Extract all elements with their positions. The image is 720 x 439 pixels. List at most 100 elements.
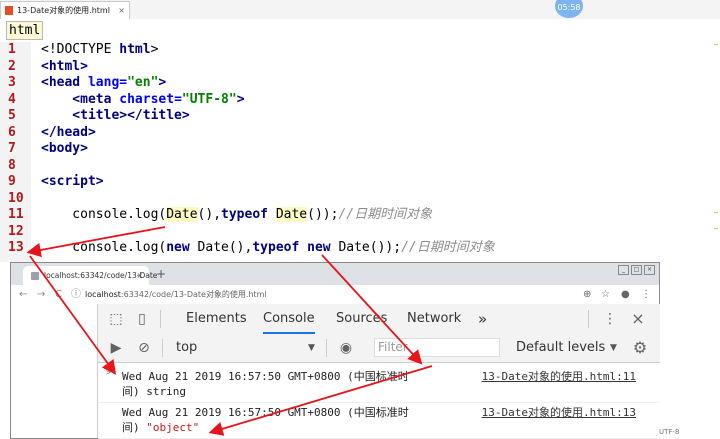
console-message: > Wed Aug 21 2019 16:57:50 GMT+0800 (中国标… <box>98 366 660 403</box>
browser-tab-strip: localhost:63342/code/13-Date × + _ □ × <box>11 263 659 285</box>
line-number: 11 <box>8 207 24 222</box>
more-tabs-icon[interactable]: » <box>478 304 487 334</box>
lang-value-token: "en" <box>127 75 159 90</box>
device-toolbar-icon[interactable]: ▯ <box>134 311 150 327</box>
console-toolbar: ▶ ⊘ top ▼ ◉ Filter Default levels ▼ ⚙ <box>98 334 660 363</box>
typeof-token: typeof <box>252 240 308 255</box>
console-message-text: Wed Aug 21 2019 16:57:50 GMT+0800 (中国标准时… <box>122 369 409 399</box>
browser-tab[interactable]: localhost:63342/code/13-Date × <box>23 266 157 285</box>
minimize-icon[interactable]: _ <box>618 265 629 275</box>
code-line-4: <meta charset="UTF-8"> <box>41 91 244 109</box>
devtools-panel: ⬚ ▯ Elements Console Sources Network » ⋮… <box>97 304 660 439</box>
line-number: 13 <box>8 240 24 255</box>
code-line-2: <html> <box>41 58 88 74</box>
code-line-9: <script> <box>41 174 104 189</box>
doctype-html-token: html <box>119 42 151 57</box>
line-number: 8 <box>8 157 16 173</box>
console-token: console. <box>41 240 135 255</box>
address-bar: ← → C ⓘ localhost:63342/code/13-Date对象的使… <box>11 285 659 305</box>
line-number: 5 <box>8 108 16 123</box>
code-line-1: <!DOCTYPE html> <box>41 42 158 59</box>
tab-console[interactable]: Console <box>263 304 315 334</box>
inspect-element-icon[interactable]: ⬚ <box>108 311 124 327</box>
tab-sources[interactable]: Sources <box>336 304 387 334</box>
head-tag-token: <head <box>41 75 88 90</box>
url-path: :63342/code/13-Date对象的使用.html <box>120 290 267 299</box>
devtools-toolbar: ⬚ ▯ Elements Console Sources Network » ⋮… <box>98 304 660 335</box>
tab-elements[interactable]: Elements <box>186 304 247 334</box>
scroll-markers <box>712 42 720 262</box>
url-host: localhost <box>85 290 121 299</box>
chevron-down-icon[interactable]: ▼ <box>610 334 617 362</box>
message-type-value: "object" <box>146 421 200 434</box>
line-number: 10 <box>8 190 24 206</box>
browser-menu-icon[interactable]: ⋮ <box>641 285 651 304</box>
code-line-6: </head> <box>41 124 96 140</box>
lang-attr-token: lang= <box>87 75 128 90</box>
doctype-close-token: > <box>150 42 159 57</box>
line-number-gutter: 1 2 3 4 5 6 7 8 9 10 11 12 13 <box>0 42 32 262</box>
log-marker-icon: > <box>106 368 111 377</box>
encoding-indicator[interactable]: UTF-8 <box>659 428 679 436</box>
message-line: Wed Aug 21 2019 16:57:50 GMT+0800 (中国标准时 <box>122 406 409 419</box>
editor-right-area <box>661 262 720 439</box>
window-controls: _ □ × <box>616 263 655 275</box>
sidebar-toggle-icon[interactable]: ▶ <box>108 340 124 356</box>
log-token: log( <box>134 240 167 255</box>
message-source-link[interactable]: 13-Date对象的使用.html:11 <box>482 369 636 384</box>
star-icon[interactable]: ☆ <box>601 285 610 304</box>
tab-network[interactable]: Network <box>407 304 461 334</box>
filter-input[interactable]: Filter <box>374 338 500 357</box>
date-call-token: Date <box>166 207 198 222</box>
line-number: 9 <box>8 174 16 189</box>
paren-token: ()); <box>307 207 339 222</box>
code-line-11: console.log(Date(),typeof Date());//日期时间… <box>41 207 432 224</box>
code-line-7: <body> <box>41 141 88 156</box>
context-selector[interactable]: top <box>176 334 197 362</box>
paren-token: (), <box>197 207 222 222</box>
back-icon[interactable]: ← <box>19 285 27 304</box>
message-source-link[interactable]: 13-Date对象的使用.html:13 <box>482 405 636 420</box>
date-call-token: Date(), <box>197 240 253 255</box>
maximize-icon[interactable]: □ <box>631 265 642 275</box>
close-icon[interactable]: × <box>137 266 143 285</box>
meta-tag-token: <meta <box>41 91 120 107</box>
timer-badge: 05:58 <box>555 0 583 18</box>
window-close-icon[interactable]: × <box>644 265 655 275</box>
forward-icon[interactable]: → <box>37 285 45 304</box>
line-number: 6 <box>8 124 16 140</box>
info-icon[interactable]: ⓘ <box>71 285 81 304</box>
close-icon[interactable]: × <box>118 2 125 19</box>
doctype-token: <!DOCTYPE <box>41 42 120 57</box>
account-icon[interactable]: ● <box>621 285 630 304</box>
new-tab-button[interactable]: + <box>156 266 166 283</box>
reload-icon[interactable]: C <box>55 285 62 304</box>
typeof-token: typeof <box>221 207 276 222</box>
code-editor[interactable]: <!DOCTYPE html> <html> <head lang="en"> … <box>31 42 720 262</box>
code-line-5: <title></title> <box>41 108 190 123</box>
devtools-menu-icon[interactable]: ⋮ <box>602 311 618 327</box>
editor-tab-file[interactable]: 13-Date对象的使用.html × <box>0 1 130 19</box>
url-text[interactable]: localhost:63342/code/13-Date对象的使用.html <box>85 285 267 304</box>
devtools-close-icon[interactable]: × <box>630 311 646 327</box>
new-token: new <box>307 240 339 255</box>
line-number: 4 <box>8 91 16 107</box>
breadcrumb-html[interactable]: html <box>6 21 44 40</box>
chevron-down-icon[interactable]: ▼ <box>308 334 315 362</box>
eye-icon[interactable]: ◉ <box>338 340 354 356</box>
line-number: 12 <box>8 223 24 239</box>
console-token: console. <box>41 207 135 222</box>
code-line-3: <head lang="en"> <box>41 75 166 92</box>
message-line: 间) <box>122 385 147 398</box>
code-line-13: console.log(new Date(),typeof new Date()… <box>41 240 494 257</box>
zoom-icon[interactable]: ⊕ <box>583 285 591 304</box>
html-file-icon <box>5 6 13 15</box>
editor-tab-label: 13-Date对象的使用.html <box>17 6 110 15</box>
log-levels-dropdown[interactable]: Default levels <box>516 334 605 362</box>
clear-console-icon[interactable]: ⊘ <box>136 340 152 356</box>
gear-icon[interactable]: ⚙ <box>632 340 648 356</box>
line-number: 7 <box>8 141 16 156</box>
date-call-token: Date()); <box>338 240 402 255</box>
charset-attr-token: charset= <box>119 91 182 107</box>
message-line: 间) <box>122 421 147 434</box>
